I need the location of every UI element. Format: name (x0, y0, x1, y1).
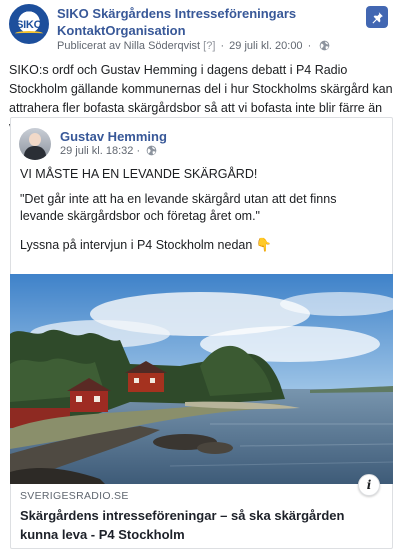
meta-separator: · (220, 40, 225, 52)
help-tag[interactable]: [?] (203, 40, 215, 52)
shared-cta: Lyssna på intervjun i P4 Stockholm nedan… (20, 236, 380, 254)
shared-author-name[interactable]: Gustav Hemming (60, 129, 167, 144)
shared-timestamp[interactable]: 29 juli kl. 18:32 (60, 145, 133, 157)
globe-icon[interactable] (146, 145, 157, 156)
shared-cta-text: Lyssna på intervjun i P4 Stockholm nedan (20, 238, 253, 252)
post-header: SIKO SIKO Skärgårdens Intresseföreningar… (0, 0, 400, 56)
shared-headline: VI MÅSTE HA EN LEVANDE SKÄRGÅRD! (20, 167, 258, 181)
post-meta: Publicerat av Nilla Söderqvist [?] · 29 … (57, 39, 330, 53)
avatar-head (29, 133, 41, 146)
shared-quote: "Det går inte att ha en levande skärgård… (20, 192, 337, 223)
page-avatar[interactable]: SIKO (9, 4, 49, 44)
shared-meta-separator: · (136, 145, 141, 157)
shared-meta: 29 juli kl. 18:32 · (60, 145, 157, 157)
link-domain[interactable]: SVERIGESRADIO.SE (20, 490, 129, 502)
link-preview-image[interactable] (10, 274, 393, 484)
shared-post-card[interactable]: Gustav Hemming 29 juli kl. 18:32 · VI MÅ… (10, 117, 393, 549)
avatar-body (24, 146, 46, 160)
page-name-link[interactable]: SIKO Skärgårdens Intresseföreningars Kon… (57, 5, 357, 39)
post-timestamp[interactable]: 29 juli kl. 20:00 (229, 40, 302, 52)
archipelago-photo (10, 274, 393, 484)
info-button[interactable]: i (358, 474, 380, 496)
pin-icon (371, 11, 383, 23)
link-title[interactable]: Skärgårdens intresseföreningar – så ska … (20, 506, 380, 544)
pointing-down-icon: 👇 (255, 237, 272, 252)
page-avatar-logo-text: SIKO (16, 19, 42, 31)
logo-wave-icon (15, 31, 43, 36)
globe-icon[interactable] (319, 40, 330, 51)
meta-separator-2: · (307, 40, 312, 52)
pin-post-button[interactable] (366, 6, 388, 28)
published-by[interactable]: Publicerat av Nilla Söderqvist (57, 40, 200, 52)
author-avatar[interactable] (19, 128, 51, 160)
